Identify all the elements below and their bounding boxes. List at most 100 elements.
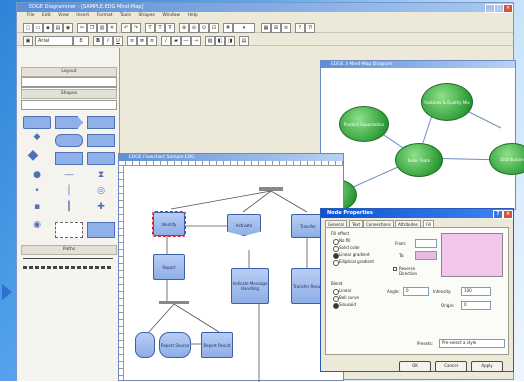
flow-node[interactable]: Indicate Message Handling [231, 268, 269, 304]
mind-map-node[interactable]: Product Expectation [339, 106, 389, 142]
open-icon[interactable]: ▭ [33, 23, 43, 33]
fill-color-icon[interactable]: ▰ [171, 36, 181, 46]
text-tool-icon[interactable]: T [145, 23, 155, 33]
reverse-checkbox[interactable] [393, 267, 397, 271]
mind-map-node[interactable]: Features & Quality Mix [421, 83, 473, 121]
angle-input[interactable]: 0 [403, 287, 429, 296]
arrow-shape[interactable] [55, 116, 83, 129]
flow-node-selected[interactable]: Identify [152, 211, 186, 237]
target-shape[interactable]: ◎ [93, 186, 109, 196]
intensity-input[interactable]: 100 [461, 287, 491, 296]
grid-icon[interactable]: # [223, 23, 233, 33]
delete-icon[interactable]: ✕ [107, 23, 117, 33]
print-icon[interactable]: ▤ [53, 23, 63, 33]
manual-input-shape[interactable] [87, 222, 115, 238]
layout-select[interactable] [21, 77, 117, 87]
paste-icon[interactable]: ▥ [97, 23, 107, 33]
text-style-icon[interactable]: T [155, 23, 165, 33]
menu-help[interactable]: Help [188, 13, 198, 18]
dialog-close-icon[interactable]: × [503, 210, 513, 219]
copy-icon[interactable]: ❐ [87, 23, 97, 33]
font-size-select[interactable]: 8 [73, 36, 89, 46]
flow-node[interactable]: Report Source [159, 332, 191, 358]
circle-shape[interactable]: ● [29, 170, 45, 180]
menu-tools[interactable]: Tools [120, 13, 131, 18]
data-shape[interactable] [55, 152, 83, 165]
dialog-help-icon[interactable]: ? [493, 210, 503, 219]
process-shape[interactable] [23, 116, 51, 129]
bold-button[interactable]: B [93, 36, 103, 46]
ring-shape[interactable]: ◉ [29, 220, 45, 230]
tree-layout-icon[interactable]: ⊞ [271, 23, 281, 33]
menu-edit[interactable]: Edit [42, 13, 51, 18]
cancel-button[interactable]: Cancel [435, 361, 467, 372]
zoom-fit-icon[interactable]: ⊙ [199, 23, 209, 33]
to-color-picker[interactable] [415, 251, 437, 260]
align-center-icon[interactable]: ≣ [137, 36, 147, 46]
font-name-select[interactable]: Arial [35, 36, 73, 46]
menu-file[interactable]: File [27, 13, 35, 18]
align-left-icon[interactable]: ≡ [127, 36, 137, 46]
new-icon[interactable]: ▢ [23, 23, 33, 33]
dot-shape[interactable]: • [29, 186, 45, 196]
ok-button[interactable]: OK [399, 361, 431, 372]
preview-icon[interactable]: ◉ [63, 23, 73, 33]
cut-icon[interactable]: ✂ [77, 23, 87, 33]
undo-icon[interactable]: ↶ [121, 23, 131, 33]
bar-shape[interactable]: ┃ [61, 202, 77, 212]
zoom-page-icon[interactable]: ⊡ [209, 23, 219, 33]
flow-node[interactable]: Report Result [201, 332, 233, 358]
path-line[interactable] [23, 258, 113, 259]
text-box-shape[interactable] [55, 222, 83, 238]
menu-window[interactable]: Window [162, 13, 180, 18]
vertical-line-shape[interactable]: │ [61, 186, 77, 196]
flow-node[interactable] [135, 332, 155, 358]
document-shape[interactable] [87, 134, 115, 147]
line-style-icon[interactable]: ― [181, 36, 191, 46]
apply-button[interactable]: Apply [471, 361, 503, 372]
zoom-out-icon[interactable]: ⊖ [189, 23, 199, 33]
rectangle-shape[interactable] [87, 116, 115, 129]
paths-panel-header[interactable]: Paths [21, 245, 117, 255]
text-size-icon[interactable]: Ŧ [165, 23, 175, 33]
shadow-icon[interactable]: ▧ [205, 36, 215, 46]
plus-shape[interactable]: ✚ [93, 202, 109, 212]
from-color-picker[interactable] [415, 239, 437, 248]
menu-view[interactable]: View [58, 13, 69, 18]
zoom-dropdown[interactable]: ▾ [233, 23, 255, 33]
flow-node[interactable]: Report [153, 254, 185, 280]
zoom-in-icon[interactable]: ⊕ [179, 23, 189, 33]
card-shape[interactable] [87, 152, 115, 165]
small-square-shape[interactable]: ▪ [29, 202, 45, 212]
back-icon[interactable]: ◨ [225, 36, 235, 46]
menu-format[interactable]: Format [97, 13, 113, 18]
redo-icon[interactable]: ↷ [131, 23, 141, 33]
mind-map-node[interactable]: Sales Team [395, 143, 443, 177]
context-help-icon[interactable]: ⁈ [305, 23, 315, 33]
menu-insert[interactable]: Insert [76, 13, 89, 18]
menu-shapes[interactable]: Shapes [138, 13, 154, 18]
hourglass-shape[interactable]: ⧗ [93, 170, 109, 180]
line-shape[interactable]: ― [61, 170, 77, 180]
origin-input[interactable]: 0 [461, 301, 491, 310]
align-icon[interactable]: ≡ [281, 23, 291, 33]
shapes-select[interactable] [21, 100, 117, 110]
line-color-icon[interactable]: / [161, 36, 171, 46]
front-icon[interactable]: ◧ [215, 36, 225, 46]
arrow-style-icon[interactable]: → [191, 36, 201, 46]
terminator-shape[interactable] [55, 134, 83, 147]
flow-node[interactable]: Activate [227, 214, 261, 236]
italic-button[interactable]: I [103, 36, 113, 46]
align-right-icon[interactable]: ≡ [147, 36, 157, 46]
save-icon[interactable]: ▪ [43, 23, 53, 33]
layout-icon[interactable]: ▦ [261, 23, 271, 33]
help-icon[interactable]: ? [295, 23, 305, 33]
path-dashed-line[interactable] [23, 266, 113, 269]
style-icon[interactable]: ▣ [23, 36, 33, 46]
diamond-small-shape[interactable]: ◆ [29, 132, 45, 142]
group-icon[interactable]: ▤ [239, 36, 249, 46]
layout-panel-header[interactable]: Layout [21, 67, 117, 77]
presets-select[interactable]: Pre-select a style [439, 339, 505, 348]
shapes-panel-header[interactable]: Shapes [21, 89, 117, 99]
diamond-shape[interactable]: ◆ [25, 148, 41, 162]
